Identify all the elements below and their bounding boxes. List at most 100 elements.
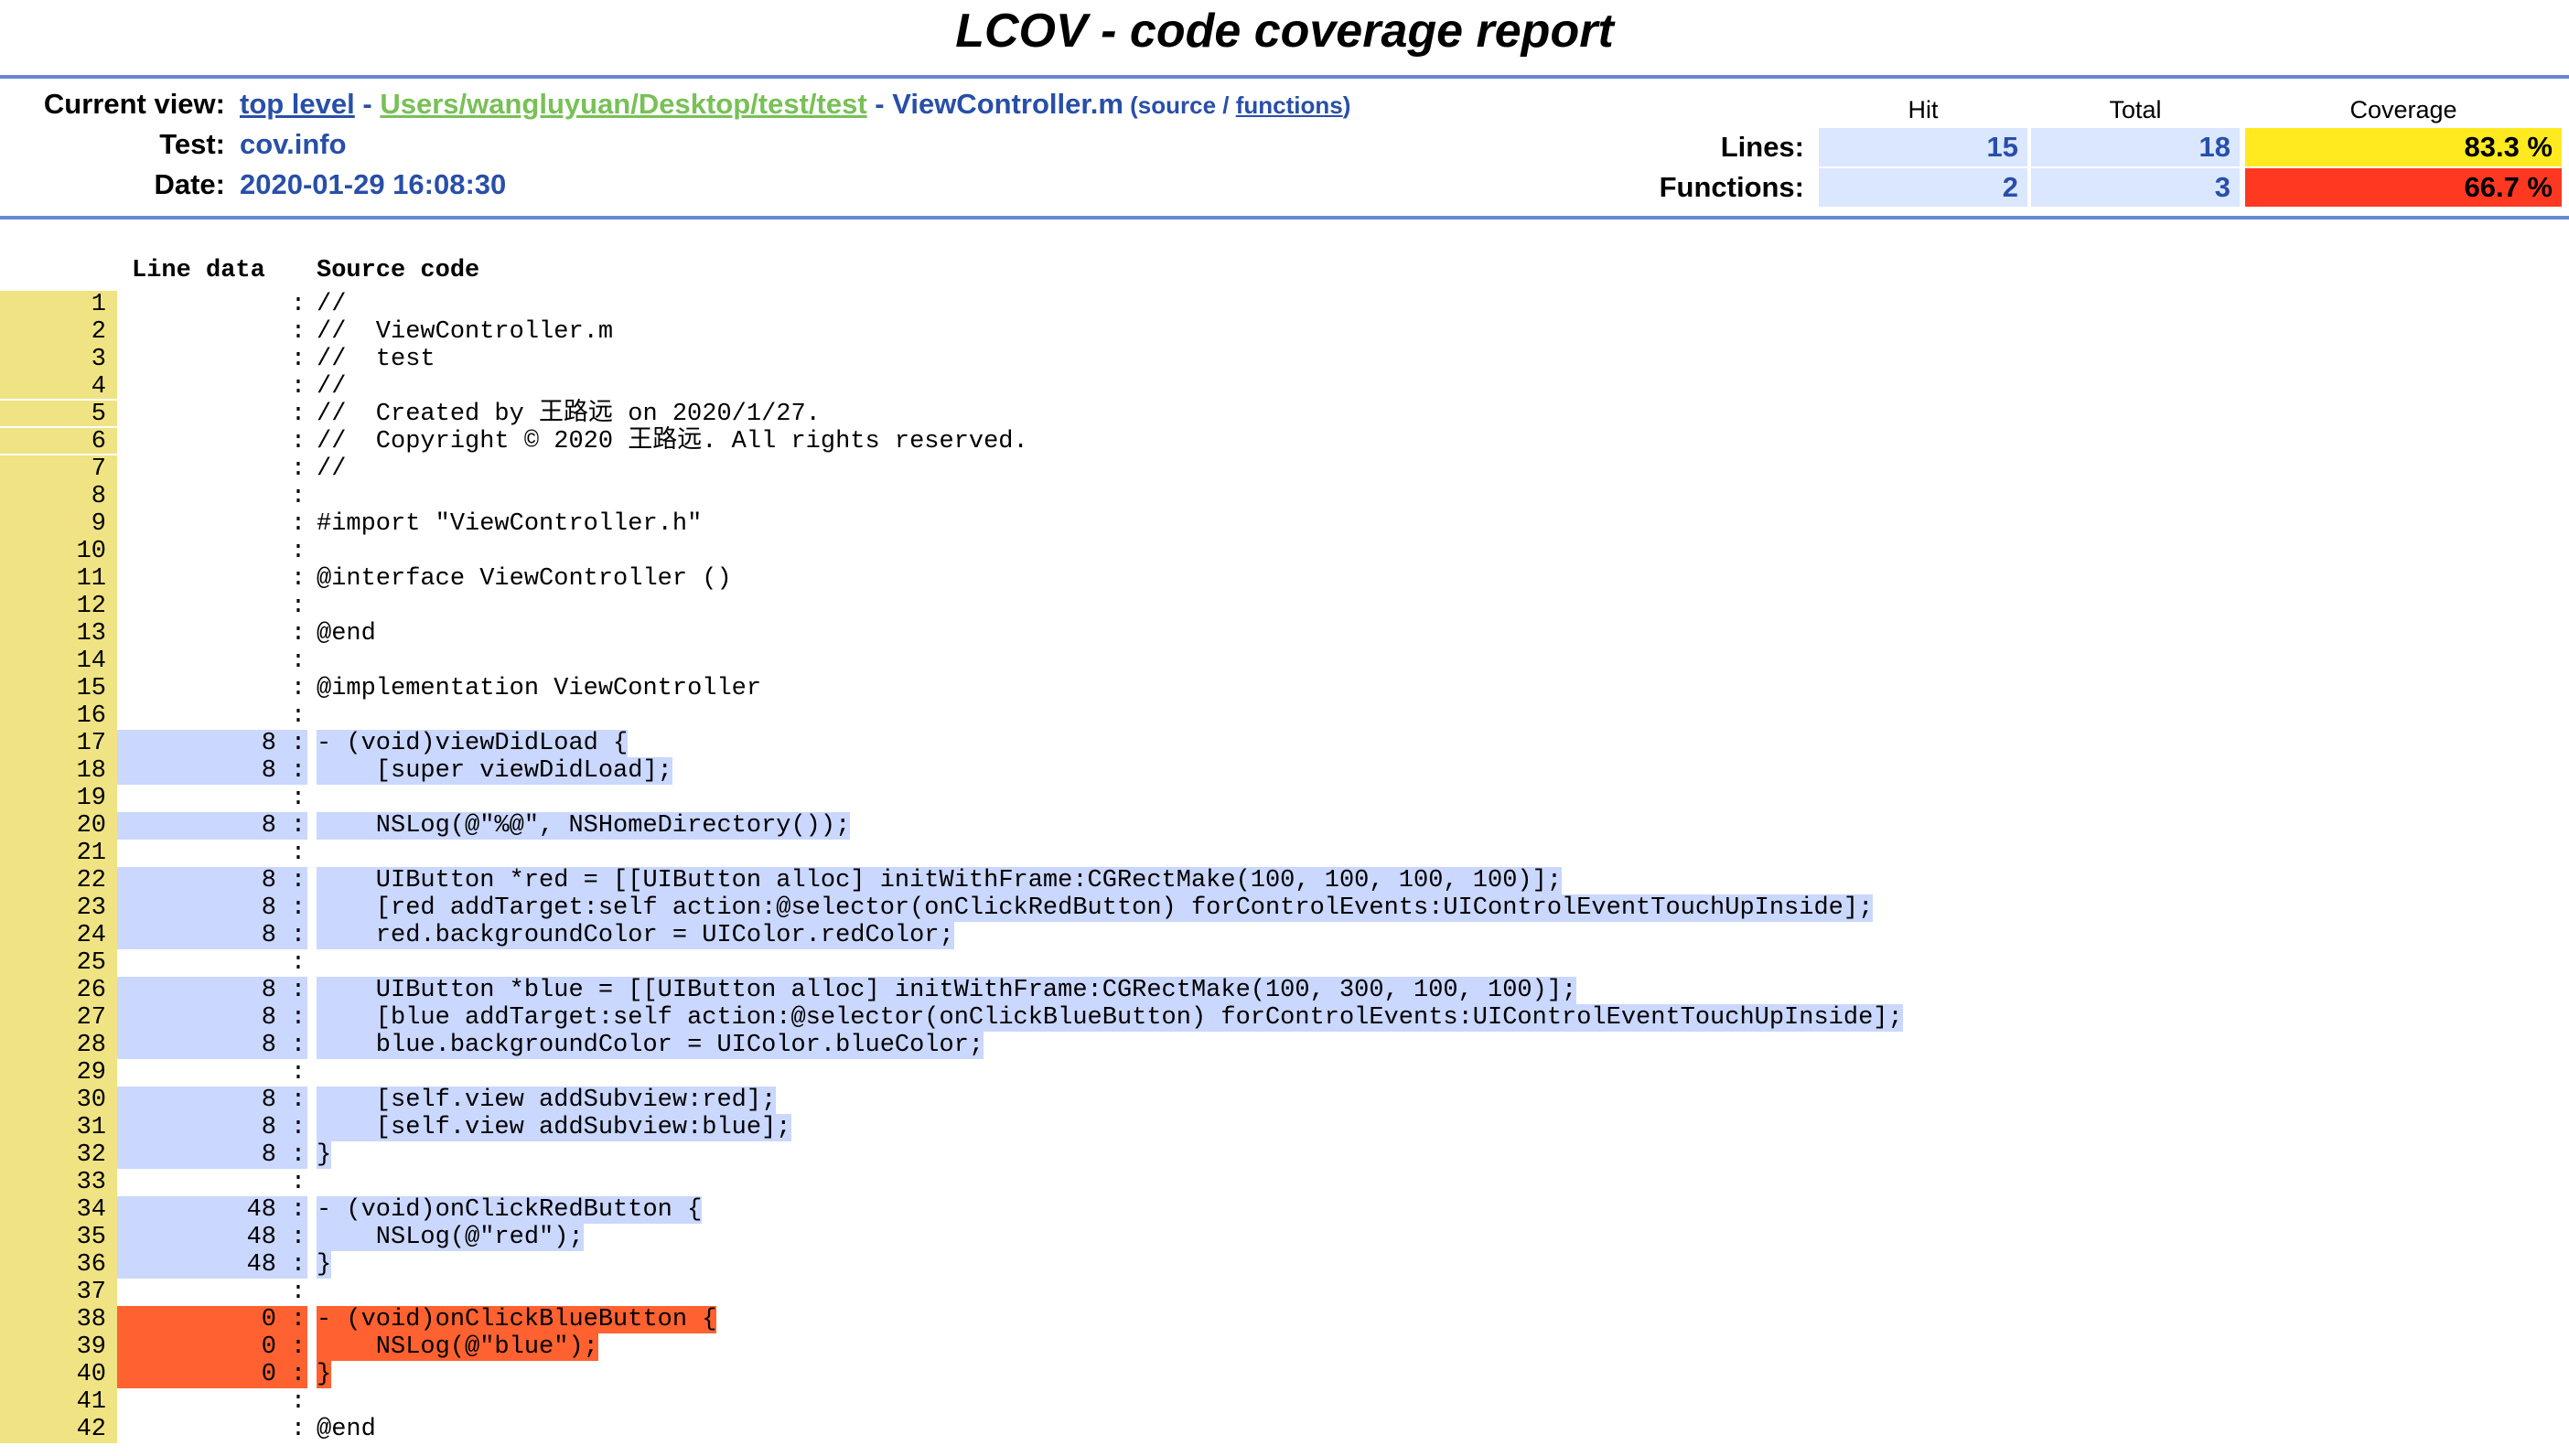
line-number[interactable]: 28 <box>0 1032 117 1059</box>
line-hit-count: 8 <box>117 977 289 1004</box>
line-number[interactable]: 31 <box>0 1114 117 1141</box>
line-hit-count: 48 <box>117 1251 289 1279</box>
line-number[interactable]: 24 <box>0 922 117 949</box>
line-code: - (void)onClickBlueButton { <box>317 1306 717 1333</box>
line-number[interactable]: 8 <box>0 483 117 510</box>
line-code: [super viewDidLoad]; <box>317 757 672 785</box>
line-hit-count <box>117 428 289 455</box>
line-code: @implementation ViewController <box>317 675 762 702</box>
line-hit-count: 8 <box>117 1114 289 1141</box>
line-code: // ViewController.m <box>317 318 614 346</box>
header-divider <box>0 216 2569 219</box>
line-number[interactable]: 16 <box>0 702 117 730</box>
line-code: red.backgroundColor = UIColor.redColor; <box>317 922 954 949</box>
line-number[interactable]: 21 <box>0 840 117 867</box>
breadcrumb-current-file: ViewController.m <box>892 88 1123 120</box>
line-separator: : <box>290 510 306 538</box>
line-number[interactable]: 14 <box>0 648 117 675</box>
line-code: // <box>317 373 347 401</box>
total-column-header: Total <box>2109 96 2162 123</box>
line-number[interactable]: 4 <box>0 373 117 401</box>
line-number[interactable]: 34 <box>0 1196 117 1224</box>
view-separator: / <box>1216 91 1236 119</box>
breadcrumb-top-level-link[interactable]: top level <box>240 88 355 120</box>
source-view-label: source <box>1137 91 1217 119</box>
line-code: UIButton *red = [[UIButton alloc] initWi… <box>317 867 1563 894</box>
line-separator: : <box>289 812 307 840</box>
breadcrumb-directory-link[interactable]: Users/wangluyuan/Desktop/test/test <box>380 88 866 120</box>
line-hit-count: 8 <box>117 1032 289 1059</box>
page-title: LCOV - code coverage report <box>955 5 1614 58</box>
line-number[interactable]: 15 <box>0 675 117 702</box>
functions-hit: 2 <box>1819 168 2027 207</box>
line-number[interactable]: 36 <box>0 1251 117 1279</box>
line-hit-count <box>117 840 289 867</box>
line-number[interactable]: 1 <box>0 291 117 318</box>
line-separator: : <box>289 1333 307 1361</box>
line-number[interactable]: 38 <box>0 1306 117 1333</box>
line-number[interactable]: 9 <box>0 510 117 538</box>
line-number[interactable]: 33 <box>0 1169 117 1196</box>
line-code: // <box>317 455 347 483</box>
line-number[interactable]: 19 <box>0 785 117 812</box>
line-separator: : <box>289 1114 307 1141</box>
line-number[interactable]: 2 <box>0 318 117 346</box>
line-number[interactable]: 32 <box>0 1141 117 1169</box>
line-number[interactable]: 3 <box>0 346 117 373</box>
line-hit-count: 8 <box>117 922 289 949</box>
line-separator: : <box>290 401 306 428</box>
breadcrumb-separator: - <box>354 88 381 120</box>
functions-view-link[interactable]: functions <box>1236 91 1343 119</box>
line-number[interactable]: 6 <box>0 428 117 455</box>
line-code: @interface ViewController () <box>317 565 732 593</box>
line-number[interactable]: 26 <box>0 977 117 1004</box>
line-separator: : <box>290 428 306 455</box>
line-number[interactable]: 39 <box>0 1333 117 1361</box>
lines-coverage: 83.3 % <box>2245 128 2562 166</box>
line-number[interactable]: 11 <box>0 565 117 593</box>
line-separator: : <box>289 1141 307 1169</box>
line-hit-count: 48 <box>117 1196 289 1224</box>
report-header: Current view: top level - Users/wangluyu… <box>0 79 2569 216</box>
line-number[interactable]: 27 <box>0 1004 117 1032</box>
line-hit-count: 8 <box>117 867 289 894</box>
line-code: [blue addTarget:self action:@selector(on… <box>317 1004 1903 1032</box>
line-separator: : <box>289 894 307 922</box>
line-number[interactable]: 37 <box>0 1279 117 1306</box>
line-number[interactable]: 17 <box>0 730 117 757</box>
line-number[interactable]: 12 <box>0 593 117 620</box>
line-code: blue.backgroundColor = UIColor.blueColor… <box>317 1032 984 1059</box>
line-number[interactable]: 35 <box>0 1224 117 1251</box>
line-separator: : <box>290 840 306 867</box>
line-separator: : <box>290 1279 306 1306</box>
current-view-row: Current view: top level - Users/wangluyu… <box>0 84 1793 124</box>
line-number[interactable]: 20 <box>0 812 117 840</box>
line-number[interactable]: 18 <box>0 757 117 785</box>
line-separator: : <box>290 455 306 483</box>
line-hit-count <box>117 538 289 565</box>
line-number[interactable]: 41 <box>0 1388 117 1416</box>
line-code: NSLog(@"blue"); <box>317 1333 598 1361</box>
line-separator: : <box>289 1032 307 1059</box>
line-number[interactable]: 29 <box>0 1059 117 1087</box>
line-hit-count <box>117 1169 289 1196</box>
line-number[interactable]: 23 <box>0 894 117 922</box>
line-number[interactable]: 40 <box>0 1361 117 1388</box>
line-number[interactable]: 7 <box>0 455 117 483</box>
line-number[interactable]: 42 <box>0 1416 117 1443</box>
line-number[interactable]: 22 <box>0 867 117 894</box>
line-code: NSLog(@"red"); <box>317 1224 584 1251</box>
line-number[interactable]: 13 <box>0 620 117 648</box>
line-separator: : <box>290 702 306 730</box>
line-number[interactable]: 5 <box>0 401 117 428</box>
line-separator: : <box>290 949 306 977</box>
line-separator: : <box>290 373 306 401</box>
line-code: - (void)viewDidLoad { <box>317 730 629 757</box>
line-code: [red addTarget:self action:@selector(onC… <box>317 894 1874 922</box>
line-separator: : <box>289 1087 307 1114</box>
line-separator: : <box>290 675 306 702</box>
line-number[interactable]: 30 <box>0 1087 117 1114</box>
line-number[interactable]: 10 <box>0 538 117 565</box>
line-separator: : <box>290 620 306 648</box>
line-number[interactable]: 25 <box>0 949 117 977</box>
